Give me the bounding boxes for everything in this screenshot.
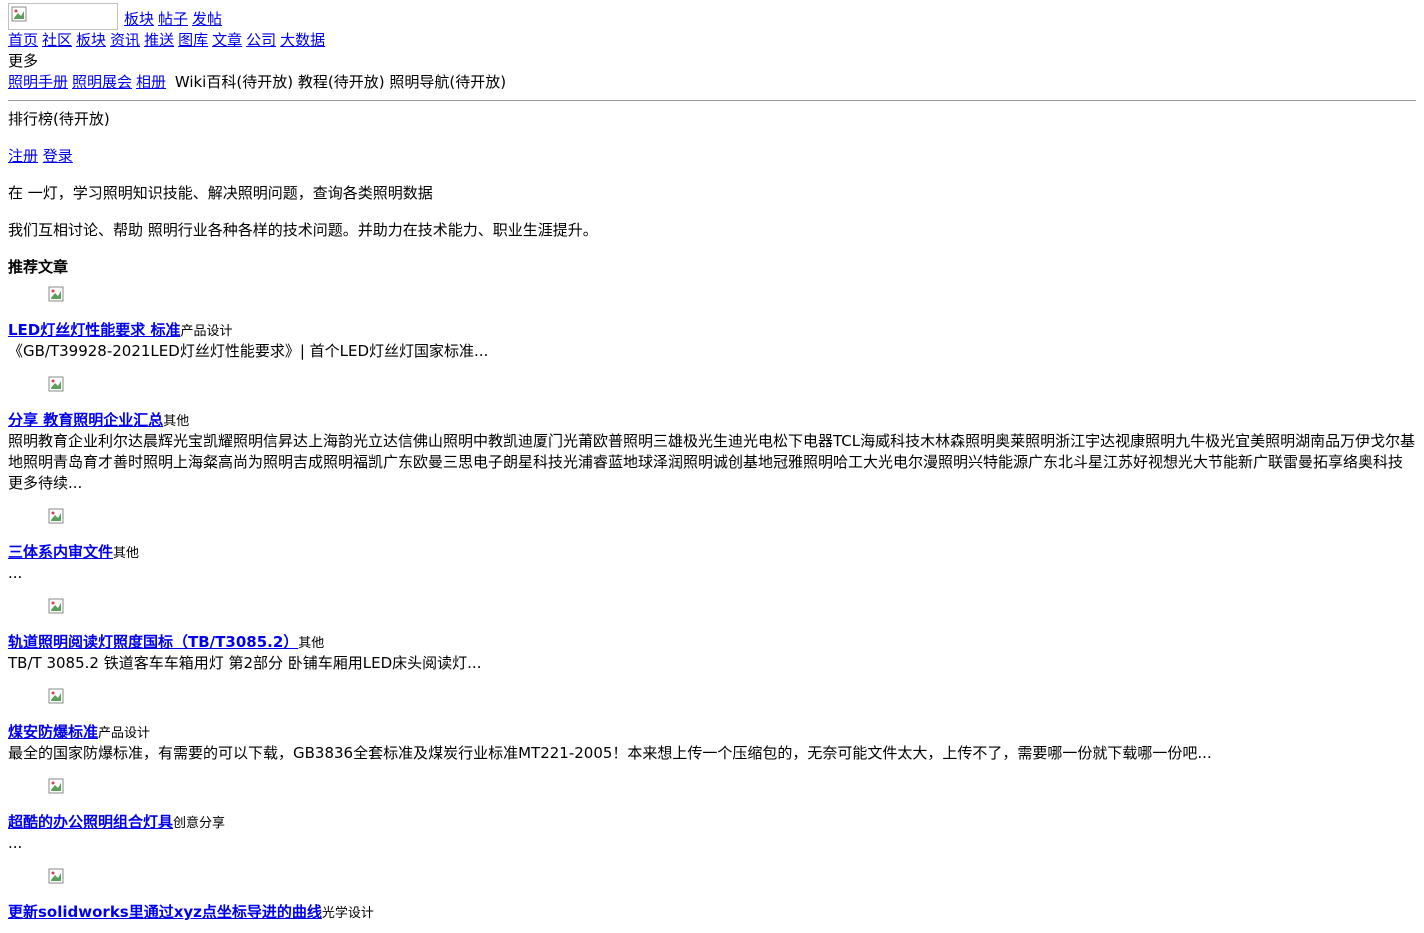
- intro-line-2: 我们互相讨论、帮助 照明行业各种各样的技术问题。并助力在技术能力、职业生涯提升。: [8, 221, 598, 239]
- logo-link[interactable]: [8, 3, 124, 30]
- article-title-link[interactable]: 轨道照明阅读灯照度国标（TB/T3085.2）: [8, 633, 298, 651]
- article-header: 煤安防爆标准产品设计: [8, 722, 1416, 743]
- article-desc: TB/T 3085.2 铁道客车车箱用灯 第2部分 卧铺车厢用LED床头阅读灯.…: [8, 654, 482, 672]
- nav-companies[interactable]: 公司: [246, 31, 276, 49]
- broken-image-icon: [48, 376, 64, 392]
- article-item: LED灯丝灯性能要求 标准产品设计 《GB/T39928-2021LED灯丝灯性…: [8, 286, 1416, 362]
- article-thumbnail: [48, 598, 68, 618]
- nav-gallery[interactable]: 图库: [178, 31, 208, 49]
- login-link[interactable]: 登录: [43, 147, 73, 165]
- article-item: 超酷的办公照明组合灯具创意分享 ...: [8, 778, 1416, 854]
- broken-image-icon: [48, 598, 64, 614]
- nav-community[interactable]: 社区: [42, 31, 72, 49]
- top-link-boards[interactable]: 板块: [124, 9, 154, 30]
- nav-lighting-nav-pending: 照明导航(待开放): [389, 73, 507, 91]
- nav-boards[interactable]: 板块: [76, 31, 106, 49]
- nav-wiki-pending: Wiki百科(待开放): [174, 73, 294, 91]
- ranking-label: 排行榜(待开放): [8, 110, 110, 128]
- article-category: 创意分享: [173, 816, 226, 831]
- article-title-link[interactable]: 三体系内审文件: [8, 543, 113, 561]
- article-list: LED灯丝灯性能要求 标准产品设计 《GB/T39928-2021LED灯丝灯性…: [8, 286, 1416, 923]
- article-header: 超酷的办公照明组合灯具创意分享: [8, 812, 1416, 833]
- article-thumbnail: [48, 688, 68, 708]
- article-category: 其他: [113, 546, 140, 561]
- broken-image-icon: [48, 868, 64, 884]
- article-header: 分享 教育照明企业汇总其他: [8, 410, 1416, 431]
- more-label: 更多: [8, 52, 39, 70]
- article-item: 三体系内审文件其他 ...: [8, 508, 1416, 584]
- intro-line-1: 在 一灯，学习照明知识技能、解决照明问题，查询各类照明数据: [8, 184, 433, 202]
- article-item: 轨道照明阅读灯照度国标（TB/T3085.2）其他 TB/T 3085.2 铁道…: [8, 598, 1416, 674]
- article-category: 其他: [298, 636, 325, 651]
- nav-album[interactable]: 相册: [136, 73, 166, 91]
- main-nav: 首页 社区 板块 资讯 推送 图库 文章 公司 大数据: [8, 30, 1416, 51]
- article-thumbnail: [48, 508, 68, 528]
- article-category: 其他: [163, 414, 190, 429]
- article-title-link[interactable]: 超酷的办公照明组合灯具: [8, 813, 173, 831]
- broken-image-icon: [11, 6, 27, 22]
- article-item: 分享 教育照明企业汇总其他 照明教育企业利尔达晨辉光宝凯耀照明信昇达上海韵光立达…: [8, 376, 1416, 494]
- top-link-posts[interactable]: 帖子: [158, 9, 188, 30]
- article-header: 轨道照明阅读灯照度国标（TB/T3085.2）其他: [8, 632, 1416, 653]
- article-desc: ...: [8, 564, 23, 582]
- article-header: 三体系内审文件其他: [8, 542, 1416, 563]
- broken-image-icon: [48, 688, 64, 704]
- article-header: 更新solidworks里通过xyz点坐标导进的曲线光学设计: [8, 902, 1416, 923]
- broken-image-icon: [48, 508, 64, 524]
- article-desc: 最全的国家防爆标准，有需要的可以下载，GB3836全套标准及煤炭行业标准MT22…: [8, 744, 1212, 762]
- article-thumbnail: [48, 868, 68, 888]
- logo-image: [8, 3, 118, 30]
- register-link[interactable]: 注册: [8, 147, 38, 165]
- nav-lighting-expo[interactable]: 照明展会: [72, 73, 132, 91]
- article-desc: 照明教育企业利尔达晨辉光宝凯耀照明信昇达上海韵光立达信佛山照明中教凯迪厦门光莆欧…: [8, 432, 1416, 492]
- article-category: 光学设计: [321, 906, 374, 921]
- broken-image-icon: [48, 286, 64, 302]
- nav-articles[interactable]: 文章: [212, 31, 242, 49]
- auth-links: 注册 登录: [8, 146, 1416, 167]
- nav-big-data[interactable]: 大数据: [280, 31, 325, 49]
- article-thumbnail: [48, 376, 68, 396]
- article-title-link[interactable]: LED灯丝灯性能要求 标准: [8, 321, 180, 339]
- article-thumbnail: [48, 778, 68, 798]
- article-category: 产品设计: [98, 726, 151, 741]
- article-item: 煤安防爆标准产品设计 最全的国家防爆标准，有需要的可以下载，GB3836全套标准…: [8, 688, 1416, 764]
- article-desc: 《GB/T39928-2021LED灯丝灯性能要求》| 首个LED灯丝灯国家标准…: [8, 342, 489, 360]
- nav-lighting-manual[interactable]: 照明手册: [8, 73, 68, 91]
- top-bar: 板块 帖子 发帖: [8, 0, 1416, 30]
- nav-push[interactable]: 推送: [144, 31, 174, 49]
- article-desc: ...: [8, 834, 23, 852]
- article-header: LED灯丝灯性能要求 标准产品设计: [8, 320, 1416, 341]
- article-thumbnail: [48, 286, 68, 306]
- article-title-link[interactable]: 煤安防爆标准: [8, 723, 98, 741]
- nav-tutorial-pending: 教程(待开放): [297, 73, 385, 91]
- article-category: 产品设计: [180, 324, 233, 339]
- more-nav: 照明手册 照明展会 相册 Wiki百科(待开放) 教程(待开放) 照明导航(待开放): [8, 72, 1416, 93]
- divider: [8, 100, 1416, 101]
- broken-image-icon: [48, 778, 64, 794]
- recommend-title: 推荐文章: [8, 258, 69, 276]
- top-link-new-post[interactable]: 发帖: [192, 9, 222, 30]
- nav-news[interactable]: 资讯: [110, 31, 140, 49]
- nav-home[interactable]: 首页: [8, 31, 38, 49]
- page: 板块 帖子 发帖 首页 社区 板块 资讯 推送 图库 文章 公司 大数据 更多 照明手册 照明展会…: [0, 0, 1424, 923]
- article-title-link[interactable]: 分享 教育照明企业汇总: [8, 411, 163, 429]
- article-title-link[interactable]: 更新solidworks里通过xyz点坐标导进的曲线: [8, 903, 322, 921]
- article-item: 更新solidworks里通过xyz点坐标导进的曲线光学设计: [8, 868, 1416, 923]
